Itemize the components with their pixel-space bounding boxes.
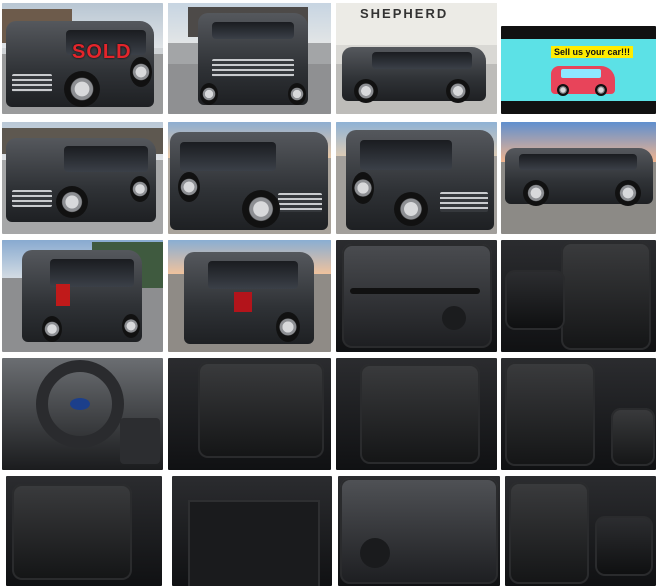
seat-icon bbox=[509, 482, 589, 584]
photo-thumbnail-15[interactable] bbox=[336, 358, 497, 470]
seat-icon bbox=[198, 362, 324, 458]
photo-thumbnail-2[interactable] bbox=[168, 3, 331, 114]
photo-thumbnail-11[interactable] bbox=[336, 240, 497, 352]
suv-icon bbox=[505, 148, 653, 206]
photo-thumbnail-18[interactable] bbox=[172, 476, 332, 586]
photo-thumbnail-12[interactable] bbox=[501, 240, 656, 352]
photo-thumbnail-9[interactable] bbox=[2, 240, 163, 352]
sold-label: SOLD bbox=[72, 41, 132, 63]
photo-thumbnail-4[interactable]: Sell us your car!!! bbox=[501, 26, 656, 114]
console-icon bbox=[505, 270, 565, 330]
photo-thumbnail-14[interactable] bbox=[168, 358, 331, 470]
suv-icon bbox=[170, 132, 328, 230]
suv-icon bbox=[184, 252, 314, 344]
sell-banner: Sell us your car!!! bbox=[551, 46, 634, 58]
console-icon bbox=[595, 516, 653, 576]
photo-thumbnail-19[interactable] bbox=[338, 476, 500, 586]
seat-icon bbox=[12, 484, 132, 580]
photo-thumbnail-3[interactable]: SHEPHERD bbox=[336, 3, 497, 114]
photo-thumbnail-16[interactable] bbox=[501, 358, 656, 470]
dealer-sign: SHEPHERD bbox=[360, 6, 449, 21]
suv-icon bbox=[6, 21, 154, 107]
steering-wheel-icon bbox=[36, 360, 124, 448]
photo-thumbnail-10[interactable] bbox=[168, 240, 331, 352]
photo-thumbnail-17[interactable] bbox=[6, 476, 162, 586]
suv-icon bbox=[22, 250, 142, 342]
photo-gallery: SOLD SHEPHERD Sell us your car!!! bbox=[0, 0, 658, 586]
suv-icon bbox=[198, 13, 308, 105]
suv-icon bbox=[342, 47, 486, 103]
door-panel-icon bbox=[340, 478, 498, 584]
photo-thumbnail-7[interactable] bbox=[336, 122, 497, 234]
photo-thumbnail-13[interactable] bbox=[2, 358, 163, 470]
photo-thumbnail-1[interactable]: SOLD bbox=[2, 3, 163, 114]
photo-thumbnail-5[interactable] bbox=[2, 122, 163, 234]
photo-thumbnail-20[interactable] bbox=[505, 476, 656, 586]
seat-icon bbox=[505, 362, 595, 466]
cargo-floor-icon bbox=[188, 500, 320, 586]
door-panel-icon bbox=[342, 244, 492, 348]
photo-thumbnail-8[interactable] bbox=[501, 122, 656, 234]
suv-icon bbox=[6, 138, 156, 222]
suv-icon bbox=[346, 130, 494, 230]
photo-thumbnail-6[interactable] bbox=[168, 122, 331, 234]
seat-icon bbox=[611, 408, 655, 466]
car-icon bbox=[551, 66, 615, 96]
seat-icon bbox=[561, 242, 651, 350]
seat-icon bbox=[360, 364, 480, 464]
